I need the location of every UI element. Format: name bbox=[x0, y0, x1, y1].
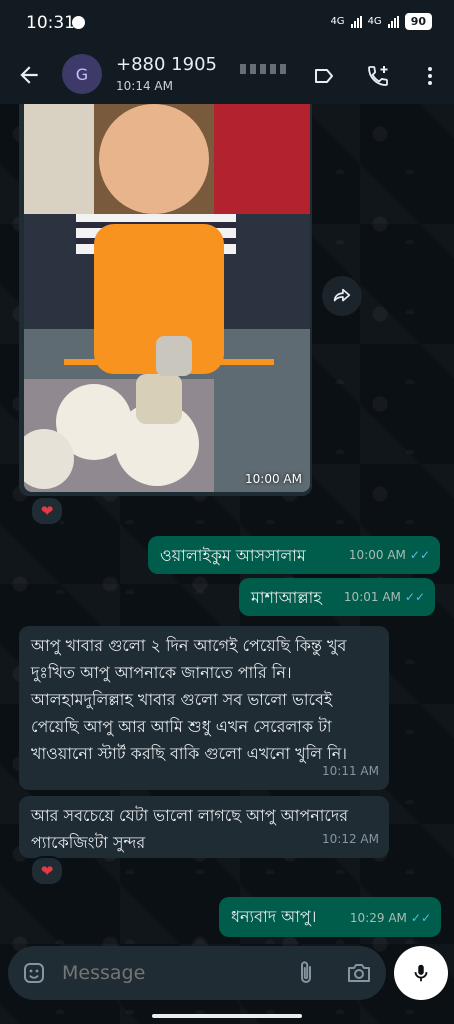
message-meta: 10:00 AM ✓✓ bbox=[349, 542, 430, 569]
message-text: ধন্যবাদ আপু। bbox=[231, 907, 317, 926]
message-input[interactable] bbox=[60, 961, 274, 985]
network-label: 4G bbox=[330, 16, 345, 27]
camera-icon[interactable] bbox=[346, 961, 372, 985]
message-text: আর সবচেয়ে যেটা ভালো লাগছে আপু আপনাদের প… bbox=[31, 806, 349, 852]
message-time: 10:12 AM bbox=[322, 832, 379, 846]
message-text: আপু খাবার গুলো ২ দিন আগেই পেয়েছি কিন্তু… bbox=[31, 636, 348, 763]
message-meta: 10:29 AM ✓✓ bbox=[350, 905, 431, 932]
forward-button[interactable] bbox=[322, 276, 362, 316]
read-ticks-icon: ✓✓ bbox=[404, 590, 425, 604]
redacted-number bbox=[240, 64, 286, 74]
gesture-nav-handle[interactable] bbox=[152, 1014, 302, 1018]
message-bubble-incoming[interactable]: আর সবচেয়ে যেটা ভালো লাগছে আপু আপনাদের প… bbox=[19, 796, 389, 858]
signal-icon-2 bbox=[387, 15, 399, 28]
message-time: 10:00 AM bbox=[348, 548, 406, 562]
message-text: মাশাআল্লাহ bbox=[251, 588, 322, 607]
more-vert-icon[interactable] bbox=[418, 64, 442, 88]
status-time: 10:31 bbox=[26, 13, 75, 33]
message-time: 10:01 AM bbox=[343, 590, 401, 604]
chat-notification-icon bbox=[72, 16, 85, 29]
attach-icon[interactable] bbox=[296, 960, 316, 986]
network-label-2: 4G bbox=[367, 16, 382, 27]
battery-indicator: 90 bbox=[404, 13, 432, 30]
message-reaction[interactable]: ❤ bbox=[30, 856, 64, 886]
last-seen: 10:14 AM bbox=[116, 79, 173, 93]
contact-name[interactable]: +880 1905 bbox=[116, 54, 217, 75]
status-indicators: 4G 4G 90 bbox=[330, 13, 432, 30]
signal-icon bbox=[350, 15, 362, 28]
message-text: ওয়ালাইকুম আসসালাম bbox=[160, 546, 306, 565]
read-ticks-icon: ✓✓ bbox=[410, 911, 431, 925]
mic-icon bbox=[414, 964, 428, 982]
image-reaction[interactable]: ❤ bbox=[30, 496, 64, 526]
message-composer bbox=[8, 946, 386, 1000]
label-icon[interactable] bbox=[312, 64, 336, 88]
forward-icon bbox=[333, 288, 351, 302]
back-arrow-icon[interactable] bbox=[16, 62, 42, 88]
read-ticks-icon: ✓✓ bbox=[409, 548, 430, 562]
chat-header: G +880 1905 10:14 AM bbox=[0, 46, 454, 104]
message-bubble-outgoing[interactable]: মাশাআল্লাহ 10:01 AM ✓✓ bbox=[239, 578, 435, 616]
message-time: 10:11 AM bbox=[322, 764, 379, 778]
status-bar: 10:31 4G 4G 90 bbox=[0, 0, 454, 46]
message-bubble-outgoing[interactable]: ধন্যবাদ আপু। 10:29 AM ✓✓ bbox=[219, 897, 441, 937]
photo-illustration bbox=[24, 104, 310, 492]
emoji-icon[interactable] bbox=[22, 961, 46, 985]
image-message-time: 10:00 AM bbox=[245, 472, 302, 486]
voice-record-button[interactable] bbox=[394, 946, 448, 1000]
image-message-photo[interactable]: 10:00 AM bbox=[24, 104, 310, 492]
message-time: 10:29 AM bbox=[349, 911, 407, 925]
avatar[interactable]: G bbox=[62, 54, 102, 94]
add-call-icon[interactable] bbox=[366, 64, 390, 88]
message-meta: 10:01 AM ✓✓ bbox=[344, 584, 425, 611]
message-bubble-incoming[interactable]: আপু খাবার গুলো ২ দিন আগেই পেয়েছি কিন্তু… bbox=[19, 626, 389, 790]
message-bubble-outgoing[interactable]: ওয়ালাইকুম আসসালাম 10:00 AM ✓✓ bbox=[148, 536, 440, 574]
